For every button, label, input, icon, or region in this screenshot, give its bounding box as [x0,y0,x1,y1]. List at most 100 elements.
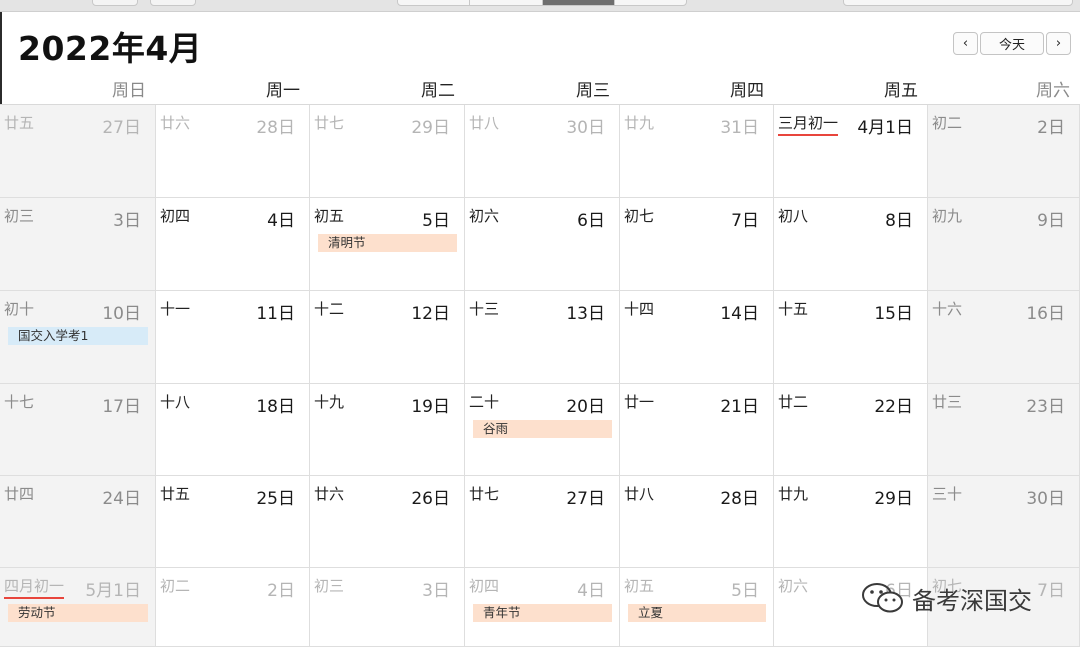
day-number: 3日 [422,581,450,601]
day-number: 7日 [731,211,759,231]
day-cell[interactable]: 廿八 30日 [465,105,620,198]
lunar-date: 初五 [314,207,345,225]
lunar-date: 初五 [624,577,655,595]
day-number: 9日 [1037,211,1065,231]
day-cell[interactable]: 十九 19日 [310,384,465,476]
wechat-icon [862,583,903,613]
day-number: 6日 [577,211,605,231]
day-cell[interactable]: 初八 8日 [774,198,928,291]
watermark: 备考深国交 [860,580,1032,616]
day-cell[interactable]: 十一 11日 [156,291,310,384]
search-input[interactable] [843,0,1073,6]
day-number: 29日 [874,489,913,509]
day-cell[interactable]: 初六 6日 [465,198,620,291]
day-cell[interactable]: 廿四 24日 [0,476,156,568]
holiday-event[interactable]: 劳动节 [8,604,148,622]
day-cell[interactable]: 初十 10日 国交入学考1 [0,291,156,384]
month-navigation: ‹ 今天 › [953,32,1071,55]
holiday-event[interactable]: 青年节 [473,604,612,622]
weekday-label: 周日 [112,81,146,101]
day-number: 29日 [411,118,450,138]
day-cell[interactable]: 廿八 28日 [620,476,774,568]
day-cell[interactable]: 十八 18日 [156,384,310,476]
day-number: 17日 [102,397,141,417]
day-cell[interactable]: 廿九 31日 [620,105,774,198]
day-cell[interactable]: 廿一 21日 [620,384,774,476]
day-cell[interactable]: 十四 14日 [620,291,774,384]
holiday-event[interactable]: 谷雨 [473,420,612,438]
day-cell[interactable]: 十七 17日 [0,384,156,476]
weekday-label: 周三 [576,81,610,101]
day-number: 21日 [720,397,759,417]
view-day-tab[interactable] [398,0,471,5]
lunar-date: 二十 [469,393,500,411]
day-cell[interactable]: 廿五 27日 [0,105,156,198]
lunar-date: 廿八 [624,485,655,503]
day-number: 5日 [422,211,450,231]
previous-month-button[interactable]: ‹ [953,32,978,55]
day-cell[interactable]: 廿三 23日 [928,384,1080,476]
weekday-label: 周四 [730,81,764,101]
lunar-date: 十六 [932,300,963,318]
day-cell[interactable]: 十六 16日 [928,291,1080,384]
day-cell[interactable]: 初九 9日 [928,198,1080,291]
lunar-date: 廿二 [778,393,809,411]
day-cell[interactable]: 十五 15日 [774,291,928,384]
day-number: 27日 [102,118,141,138]
view-switcher[interactable] [397,0,687,6]
lunar-date: 初六 [778,577,809,595]
day-number: 16日 [1026,304,1065,324]
weekday-label: 周一 [266,81,300,101]
day-cell[interactable]: 十二 12日 [310,291,465,384]
day-number: 3日 [113,211,141,231]
day-cell[interactable]: 廿七 27日 [465,476,620,568]
lunar-date: 廿五 [4,114,35,132]
toolbar-button[interactable] [150,0,196,6]
day-cell[interactable]: 三十 30日 [928,476,1080,568]
calendar-event[interactable]: 国交入学考1 [8,327,148,345]
day-cell[interactable]: 初四 4日 [156,198,310,291]
day-cell[interactable]: 三月初一 4月1日 [774,105,928,198]
day-cell[interactable]: 初七 7日 [620,198,774,291]
today-button[interactable]: 今天 [980,32,1044,55]
day-cell[interactable]: 十三 13日 [465,291,620,384]
lunar-date: 十五 [778,300,809,318]
holiday-event[interactable]: 清明节 [318,234,457,252]
day-cell[interactable]: 初四 4日 青年节 [465,568,620,647]
day-cell[interactable]: 廿七 29日 [310,105,465,198]
holiday-event[interactable]: 立夏 [628,604,766,622]
lunar-date: 初四 [160,207,191,225]
lunar-date: 廿七 [469,485,500,503]
lunar-date: 初十 [4,300,35,318]
day-number: 20日 [566,397,605,417]
view-year-tab[interactable] [615,0,686,5]
day-cell[interactable]: 初三 3日 [0,198,156,291]
lunar-date: 十八 [160,393,191,411]
day-cell[interactable]: 初三 3日 [310,568,465,647]
toolbar-button[interactable] [92,0,138,6]
watermark-text: 备考深国交 [912,586,1032,615]
day-cell[interactable]: 廿五 25日 [156,476,310,568]
lunar-date: 初六 [469,207,500,225]
next-month-button[interactable]: › [1046,32,1071,55]
day-number: 24日 [102,489,141,509]
day-cell[interactable]: 廿六 28日 [156,105,310,198]
day-cell[interactable]: 廿二 22日 [774,384,928,476]
lunar-date: 廿六 [314,485,345,503]
view-week-tab[interactable] [470,0,543,5]
day-cell[interactable]: 初五 5日 立夏 [620,568,774,647]
day-cell[interactable]: 四月初一 5月1日 劳动节 [0,568,156,647]
day-number: 25日 [256,489,295,509]
day-cell[interactable]: 初二 2日 [928,105,1080,198]
lunar-date: 三十 [932,485,963,503]
lunar-date: 十二 [314,300,345,318]
day-cell[interactable]: 二十 20日谷雨 [465,384,620,476]
lunar-date: 廿六 [160,114,191,132]
day-cell[interactable]: 廿九 29日 [774,476,928,568]
day-cell[interactable]: 廿六 26日 [310,476,465,568]
day-number: 28日 [256,118,295,138]
day-number: 8日 [885,211,913,231]
day-cell[interactable]: 初二 2日 [156,568,310,647]
day-cell[interactable]: 初五 5日清明节 [310,198,465,291]
view-month-tab[interactable] [542,0,615,5]
